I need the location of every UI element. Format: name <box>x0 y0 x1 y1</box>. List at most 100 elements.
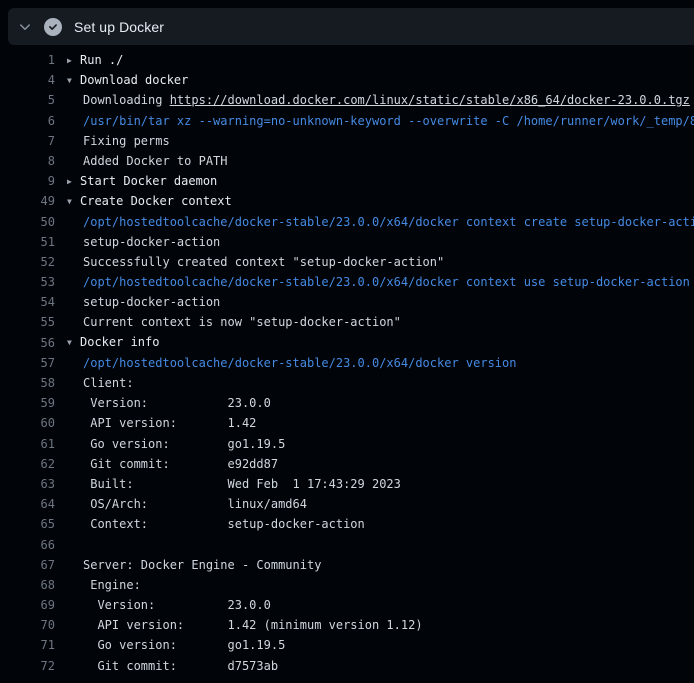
line-number[interactable]: 50 <box>0 212 55 232</box>
line-number[interactable]: 4 <box>0 70 55 90</box>
line-number[interactable]: 59 <box>0 393 55 413</box>
log-line-content: Go version: go1.19.5 <box>67 434 694 454</box>
log-line: 54setup-docker-action <box>0 292 694 312</box>
log-text: Go version: go1.19.5 <box>83 638 285 652</box>
log-line-content[interactable]: ▶Run ./ <box>67 50 694 70</box>
group-label: Create Docker context <box>80 194 232 208</box>
log-line: 58 Client: <box>0 373 694 393</box>
log-text: Go version: go1.19.5 <box>83 437 285 451</box>
chevron-down-icon[interactable] <box>17 19 33 35</box>
line-number[interactable]: 52 <box>0 252 55 272</box>
line-number[interactable]: 5 <box>0 90 55 110</box>
log-text: Context: setup-docker-action <box>83 517 365 531</box>
log-line-content: /opt/hostedtoolcache/docker-stable/23.0.… <box>67 272 694 292</box>
log-text: Server: Docker Engine - Community <box>83 558 321 572</box>
line-number[interactable]: 53 <box>0 272 55 292</box>
log-line-content: /opt/hostedtoolcache/docker-stable/23.0.… <box>67 212 694 232</box>
line-number[interactable]: 60 <box>0 413 55 433</box>
log-text: Client: <box>83 376 134 390</box>
line-number[interactable]: 57 <box>0 353 55 373</box>
group-label: Docker info <box>80 335 159 349</box>
line-number[interactable]: 71 <box>0 635 55 655</box>
line-number[interactable]: 56 <box>0 333 55 353</box>
group-label: Run ./ <box>80 53 123 67</box>
line-number[interactable]: 1 <box>0 50 55 70</box>
line-number[interactable]: 58 <box>0 373 55 393</box>
line-number[interactable]: 7 <box>0 131 55 151</box>
line-number[interactable]: 68 <box>0 575 55 595</box>
line-number[interactable]: 62 <box>0 454 55 474</box>
step-header[interactable]: Set up Docker <box>8 8 694 45</box>
line-number[interactable]: 6 <box>0 111 55 131</box>
log-line-content: API version: 1.42 (minimum version 1.12) <box>67 615 694 635</box>
log-text: Current context is now "setup-docker-act… <box>83 315 401 329</box>
log-line[interactable]: 4 ▼Download docker <box>0 70 694 90</box>
log-line-content[interactable]: ▶Start Docker daemon <box>67 171 694 191</box>
line-number[interactable]: 64 <box>0 494 55 514</box>
line-number[interactable]: 72 <box>0 656 55 676</box>
log-line[interactable]: 56 ▼Docker info <box>0 333 694 353</box>
log-line: 69 Version: 23.0.0 <box>0 595 694 615</box>
line-number[interactable]: 55 <box>0 312 55 332</box>
log-line: 60 API version: 1.42 <box>0 413 694 433</box>
log-line: 57/opt/hostedtoolcache/docker-stable/23.… <box>0 353 694 373</box>
log-line: 7Fixing perms <box>0 131 694 151</box>
log-text: Successfully created context "setup-dock… <box>83 255 444 269</box>
log-line[interactable]: 9 ▶Start Docker daemon <box>0 171 694 191</box>
line-number[interactable]: 51 <box>0 232 55 252</box>
log-line[interactable]: 49 ▼Create Docker context <box>0 191 694 211</box>
line-number[interactable]: 69 <box>0 595 55 615</box>
log-line: 53/opt/hostedtoolcache/docker-stable/23.… <box>0 272 694 292</box>
line-number[interactable]: 67 <box>0 555 55 575</box>
line-number[interactable]: 54 <box>0 292 55 312</box>
triangle-down-icon[interactable]: ▼ <box>67 333 80 353</box>
triangle-down-icon[interactable]: ▼ <box>67 192 80 212</box>
line-number[interactable]: 65 <box>0 514 55 534</box>
log-text: Engine: <box>83 578 141 592</box>
command-text: /opt/hostedtoolcache/docker-stable/23.0.… <box>83 275 690 289</box>
command-text: /opt/hostedtoolcache/docker-stable/23.0.… <box>83 356 516 370</box>
log-text: Version: 23.0.0 <box>83 396 271 410</box>
log-line-content: /opt/hostedtoolcache/docker-stable/23.0.… <box>67 353 694 373</box>
line-number[interactable]: 66 <box>0 535 55 555</box>
log-line-content: Downloading https://download.docker.com/… <box>67 90 694 110</box>
log-line-content: Git commit: e92dd87 <box>67 454 694 474</box>
log-line: 71 Go version: go1.19.5 <box>0 635 694 655</box>
download-url-link[interactable]: https://download.docker.com/linux/static… <box>170 93 690 107</box>
log-line: 62 Git commit: e92dd87 <box>0 454 694 474</box>
log-line: 66 <box>0 535 694 555</box>
log-line-content: Context: setup-docker-action <box>67 514 694 534</box>
log-line: 50/opt/hostedtoolcache/docker-stable/23.… <box>0 212 694 232</box>
log-line-content[interactable]: ▼Download docker <box>67 70 694 90</box>
triangle-down-icon[interactable]: ▼ <box>67 71 80 91</box>
line-number[interactable]: 70 <box>0 615 55 635</box>
log-text: Built: Wed Feb 1 17:43:29 2023 <box>83 477 401 491</box>
line-number[interactable]: 61 <box>0 434 55 454</box>
line-number[interactable]: 63 <box>0 474 55 494</box>
log-line: 61 Go version: go1.19.5 <box>0 434 694 454</box>
log-line-content: setup-docker-action <box>67 232 694 252</box>
log-line: 70 API version: 1.42 (minimum version 1.… <box>0 615 694 635</box>
log-text: Downloading <box>83 93 170 107</box>
log-line: 5 Downloading https://download.docker.com… <box>0 90 694 110</box>
log-line: 51 setup-docker-action <box>0 232 694 252</box>
log-line-content: Engine: <box>67 575 694 595</box>
log-line-content: Server: Docker Engine - Community <box>67 555 694 575</box>
log-line: 6/usr/bin/tar xz --warning=no-unknown-ke… <box>0 111 694 131</box>
check-circle-icon <box>44 18 62 36</box>
command-text: /opt/hostedtoolcache/docker-stable/23.0.… <box>83 215 694 229</box>
log-line[interactable]: 1 ▶Run ./ <box>0 50 694 70</box>
triangle-right-icon[interactable]: ▶ <box>67 172 80 192</box>
log-line-content[interactable]: ▼Docker info <box>67 333 694 353</box>
log-line: 55 Current context is now "setup-docker-a… <box>0 312 694 332</box>
triangle-right-icon[interactable]: ▶ <box>67 51 80 71</box>
line-number[interactable]: 8 <box>0 151 55 171</box>
log-line: 8 Added Docker to PATH <box>0 151 694 171</box>
line-number[interactable]: 49 <box>0 191 55 211</box>
log-line-content: OS/Arch: linux/amd64 <box>67 494 694 514</box>
line-number[interactable]: 9 <box>0 171 55 191</box>
log-text: Added Docker to PATH <box>83 154 228 168</box>
log-line-content: Version: 23.0.0 <box>67 595 694 615</box>
log-line-content[interactable]: ▼Create Docker context <box>67 191 694 211</box>
log-line-content: Git commit: d7573ab <box>67 656 694 676</box>
